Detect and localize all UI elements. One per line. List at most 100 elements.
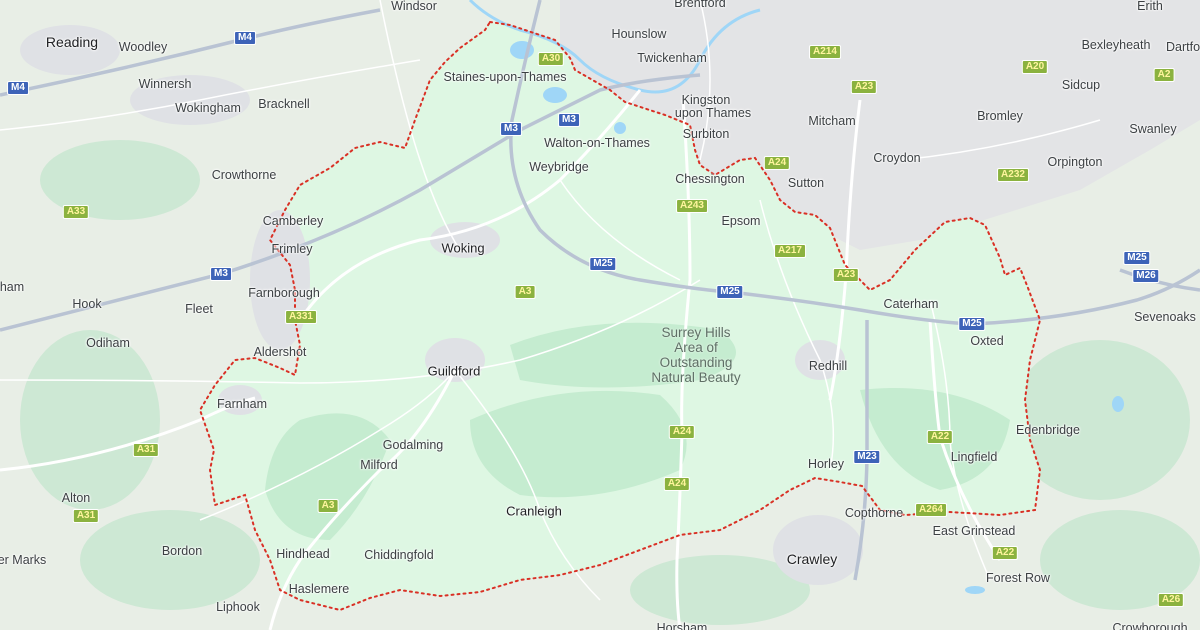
road-shield: A331 bbox=[285, 310, 317, 324]
place-label[interactable]: Crawley bbox=[787, 551, 838, 567]
place-label[interactable]: er Marks bbox=[0, 553, 46, 567]
place-label[interactable]: Caterham bbox=[884, 297, 939, 311]
place-label[interactable]: Edenbridge bbox=[1016, 423, 1080, 437]
road-shield: A33 bbox=[62, 205, 90, 219]
road-shield: A31 bbox=[72, 509, 100, 523]
place-label[interactable]: Alton bbox=[62, 491, 91, 505]
road-shield: A24 bbox=[663, 477, 691, 491]
aonb-line: Outstanding bbox=[659, 355, 733, 370]
road-shield: M25 bbox=[716, 285, 744, 299]
place-label[interactable]: Woking bbox=[441, 241, 484, 256]
place-label[interactable]: Lingfield bbox=[951, 450, 998, 464]
place-label[interactable]: Liphook bbox=[216, 600, 260, 614]
place-label[interactable]: Horley bbox=[808, 457, 844, 471]
place-label[interactable]: Guildford bbox=[428, 364, 481, 379]
place-label[interactable]: ham bbox=[0, 280, 24, 294]
place-label[interactable]: Crowthorne bbox=[212, 168, 277, 182]
place-label[interactable]: Milford bbox=[360, 458, 398, 472]
road-shield: M3 bbox=[558, 113, 580, 127]
road-shield: M25 bbox=[958, 317, 986, 331]
place-label[interactable]: Walton-on-Thames bbox=[544, 136, 650, 150]
road-shield: A217 bbox=[774, 244, 806, 258]
place-label[interactable]: Fleet bbox=[185, 302, 213, 316]
place-label[interactable]: Godalming bbox=[383, 438, 443, 452]
map-canvas[interactable] bbox=[0, 0, 1200, 630]
place-label[interactable]: Wokingham bbox=[175, 101, 241, 115]
place-label[interactable]: Reading bbox=[46, 34, 98, 50]
place-label[interactable]: Staines-upon-Thames bbox=[444, 70, 567, 84]
road-shield: A232 bbox=[997, 168, 1029, 182]
place-label[interactable]: Sidcup bbox=[1062, 78, 1100, 92]
place-label[interactable]: Hindhead bbox=[276, 547, 330, 561]
place-label[interactable]: Bracknell bbox=[258, 97, 309, 111]
road-shield: A3 bbox=[317, 499, 339, 513]
place-label[interactable]: Oxted bbox=[970, 334, 1003, 348]
aonb-label: Surrey Hills Area of Outstanding Natural… bbox=[651, 325, 740, 385]
map-view[interactable]: Surrey Hills Area of Outstanding Natural… bbox=[0, 0, 1200, 630]
place-label[interactable]: Weybridge bbox=[529, 160, 589, 174]
place-label[interactable]: Farnham bbox=[217, 397, 267, 411]
place-label[interactable]: Camberley bbox=[263, 214, 323, 228]
place-label[interactable]: Aldershot bbox=[254, 345, 307, 359]
place-label[interactable]: Hook bbox=[72, 297, 101, 311]
place-label[interactable]: Bromley bbox=[977, 109, 1023, 123]
road-shield: A31 bbox=[132, 443, 160, 457]
road-shield: A24 bbox=[668, 425, 696, 439]
road-shield: A214 bbox=[809, 45, 841, 59]
place-label[interactable]: Copthorne bbox=[845, 506, 903, 520]
place-label[interactable]: Horsham bbox=[657, 621, 708, 630]
place-label[interactable]: Chessington bbox=[675, 172, 745, 186]
place-label[interactable]: Kingston bbox=[682, 93, 731, 107]
road-shield: A2 bbox=[1153, 68, 1175, 82]
place-label[interactable]: Twickenham bbox=[637, 51, 706, 65]
place-label[interactable]: Brentford bbox=[674, 0, 725, 10]
road-shield: A22 bbox=[991, 546, 1019, 560]
place-label[interactable]: Mitcham bbox=[808, 114, 855, 128]
place-label[interactable]: Cranleigh bbox=[506, 504, 562, 519]
place-label[interactable]: Crowborough bbox=[1112, 621, 1187, 630]
place-label[interactable]: Bordon bbox=[162, 544, 202, 558]
place-label[interactable]: Sevenoaks bbox=[1134, 310, 1196, 324]
place-label[interactable]: upon Thames bbox=[675, 106, 751, 120]
place-label[interactable]: Odiham bbox=[86, 336, 130, 350]
place-label[interactable]: Forest Row bbox=[986, 571, 1050, 585]
place-label[interactable]: Haslemere bbox=[289, 582, 349, 596]
place-label[interactable]: Frimley bbox=[272, 242, 313, 256]
place-label[interactable]: Hounslow bbox=[612, 27, 667, 41]
road-shield: A26 bbox=[1157, 593, 1185, 607]
place-label[interactable]: Orpington bbox=[1048, 155, 1103, 169]
place-label[interactable]: Surbiton bbox=[683, 127, 730, 141]
road-shield: M4 bbox=[7, 81, 29, 95]
road-shield: M4 bbox=[234, 31, 256, 45]
place-label[interactable]: Chiddingfold bbox=[364, 548, 434, 562]
aonb-line: Surrey Hills bbox=[661, 325, 731, 340]
place-label[interactable]: Bexleyheath bbox=[1082, 38, 1151, 52]
road-shield: A243 bbox=[676, 199, 708, 213]
road-shield: A22 bbox=[926, 430, 954, 444]
place-label[interactable]: Farnborough bbox=[248, 286, 320, 300]
place-label[interactable]: Erith bbox=[1137, 0, 1163, 13]
aonb-line: Area of bbox=[674, 340, 718, 355]
road-shield: M25 bbox=[1123, 251, 1151, 265]
place-label[interactable]: Dartfo bbox=[1166, 40, 1200, 54]
place-label[interactable]: Swanley bbox=[1129, 122, 1176, 136]
road-shield: M23 bbox=[853, 450, 881, 464]
road-shield: A23 bbox=[832, 268, 860, 282]
road-shield: A20 bbox=[1021, 60, 1049, 74]
road-shield: A24 bbox=[763, 156, 791, 170]
place-label[interactable]: East Grinstead bbox=[933, 524, 1016, 538]
place-label[interactable]: Sutton bbox=[788, 176, 824, 190]
place-label[interactable]: Croydon bbox=[873, 151, 920, 165]
road-shield: A23 bbox=[850, 80, 878, 94]
aonb-line: Natural Beauty bbox=[651, 370, 741, 385]
place-label[interactable]: Windsor bbox=[391, 0, 437, 13]
road-shield: A264 bbox=[915, 503, 947, 517]
road-shield: M3 bbox=[500, 122, 522, 136]
place-label[interactable]: Winnersh bbox=[139, 77, 192, 91]
road-shield: M26 bbox=[1132, 269, 1160, 283]
place-label[interactable]: Epsom bbox=[722, 214, 761, 228]
road-shield: A30 bbox=[537, 52, 565, 66]
place-label[interactable]: Redhill bbox=[809, 359, 847, 373]
place-label[interactable]: Woodley bbox=[119, 40, 167, 54]
road-shield: M25 bbox=[589, 257, 617, 271]
